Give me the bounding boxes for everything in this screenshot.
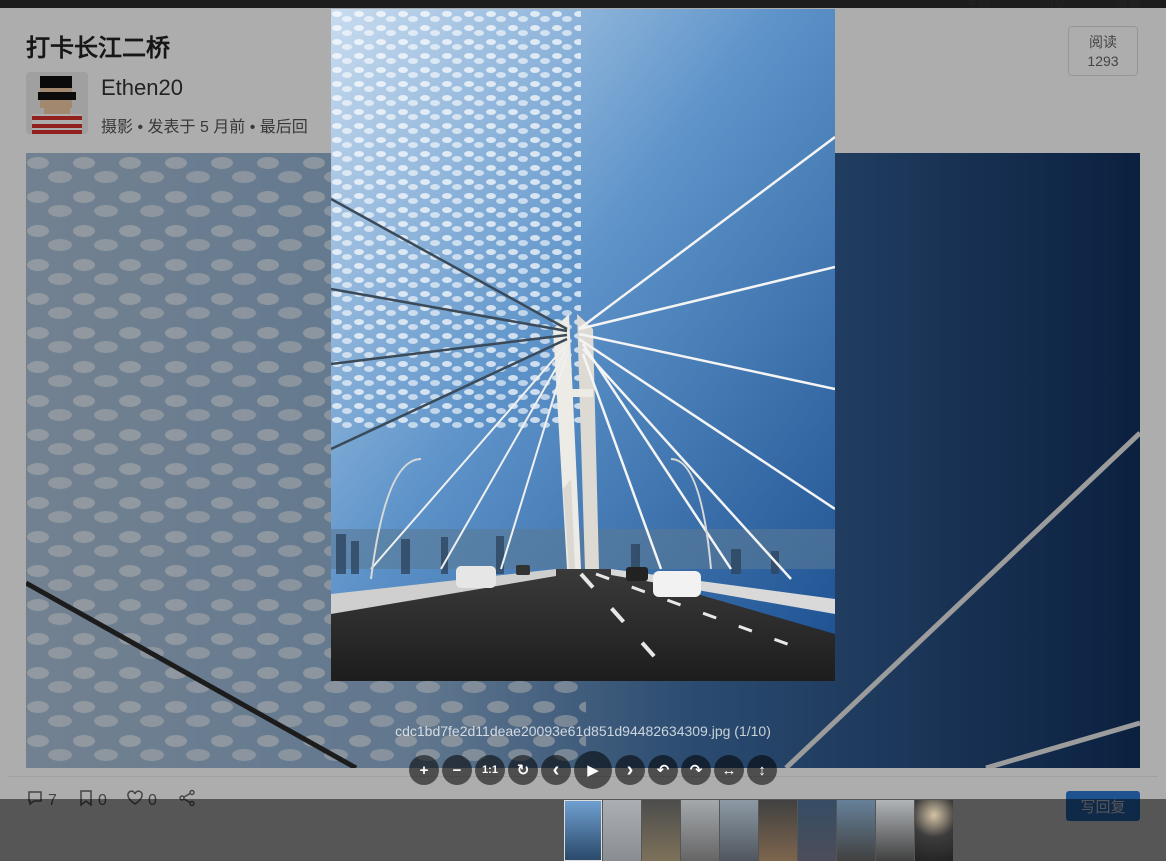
thumbnail-7[interactable] xyxy=(798,800,836,861)
prev-button[interactable]: ‹ xyxy=(541,755,571,785)
play-button[interactable]: ▶ xyxy=(574,751,612,789)
zoom-out-button[interactable]: − xyxy=(442,755,472,785)
thumbnail-6[interactable] xyxy=(759,800,797,861)
bridge-photo xyxy=(331,9,835,681)
chevron-right-icon: › xyxy=(626,758,634,781)
flip-horizontal-button[interactable]: ↔ xyxy=(714,755,744,785)
next-button[interactable]: › xyxy=(615,755,645,785)
thumbnail-strip xyxy=(564,800,954,861)
one-to-one-button[interactable]: 1:1 xyxy=(475,755,505,785)
plus-icon: + xyxy=(419,761,429,779)
flip-vertical-icon: ↕ xyxy=(758,761,766,779)
thumbnail-2[interactable] xyxy=(603,800,641,861)
minus-icon: − xyxy=(452,761,462,779)
rotate-right-button[interactable]: ↷ xyxy=(681,755,711,785)
thumbnail-9[interactable] xyxy=(876,800,914,861)
image-filename: cdc1bd7fe2d11deae20093e61d851d9448263430… xyxy=(395,723,771,739)
zoom-in-button[interactable]: + xyxy=(409,755,439,785)
thumbnail-3[interactable] xyxy=(642,800,680,861)
thumbnail-8[interactable] xyxy=(837,800,875,861)
chevron-left-icon: ‹ xyxy=(552,758,560,781)
rotate-right-icon: ↷ xyxy=(689,762,703,779)
thumbnail-4[interactable] xyxy=(681,800,719,861)
viewer-image[interactable] xyxy=(331,9,835,681)
play-icon: ▶ xyxy=(587,762,599,779)
one-to-one-icon: 1:1 xyxy=(482,764,498,776)
viewer-toolbar: + − 1:1 ↻ ‹ ▶ › ↶ ↷ ↔ ↕ xyxy=(408,751,778,789)
thumbnail-5[interactable] xyxy=(720,800,758,861)
reset-icon: ↻ xyxy=(516,762,530,779)
rotate-left-icon: ↶ xyxy=(656,762,670,779)
thumbnail-10[interactable] xyxy=(915,800,953,861)
thumbnail-1[interactable] xyxy=(564,800,602,861)
rotate-left-button[interactable]: ↶ xyxy=(648,755,678,785)
flip-vertical-button[interactable]: ↕ xyxy=(747,755,777,785)
flip-horizontal-icon: ↔ xyxy=(721,761,737,779)
reset-button[interactable]: ↻ xyxy=(508,755,538,785)
